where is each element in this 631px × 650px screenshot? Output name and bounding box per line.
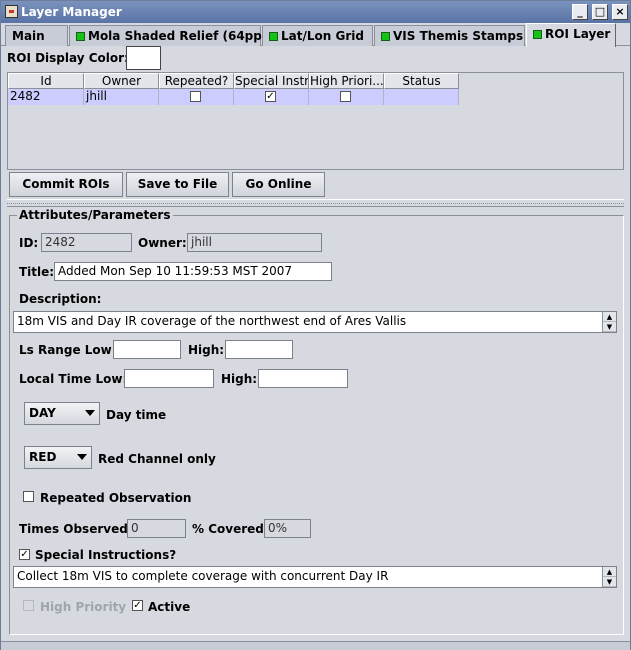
special-instructions-scroll[interactable]: ▲ ▼ [602, 567, 616, 587]
scroll-down-icon[interactable]: ▼ [603, 577, 616, 587]
description-text: 18m VIS and Day IR coverage of the north… [17, 314, 407, 328]
attributes-group-title: Attributes/Parameters [17, 208, 173, 222]
tab-roi-layer[interactable]: ROI Layer [526, 23, 616, 47]
minimize-icon[interactable]: _ [572, 4, 588, 20]
maximize-icon[interactable]: □ [592, 4, 608, 20]
daytime-selected-value: DAY [29, 406, 56, 420]
roi-display-color-swatch[interactable] [126, 46, 161, 70]
local-time-low-field[interactable] [124, 369, 214, 388]
channel-select[interactable]: RED [24, 446, 92, 469]
go-online-button[interactable]: Go Online [232, 172, 325, 197]
description-label: Description: [19, 292, 102, 306]
column-header-status[interactable]: Status [384, 73, 459, 89]
window-bottom-border[interactable] [1, 641, 630, 650]
roi-table: Id Owner Repeated? Special Instr? High P… [7, 72, 624, 170]
column-header-high-priority[interactable]: High Priori... [309, 73, 384, 89]
repeated-observation-checkbox[interactable] [23, 491, 34, 502]
cell-id: 2482 [8, 89, 84, 105]
column-header-owner[interactable]: Owner [84, 73, 159, 89]
owner-label: Owner: [138, 236, 187, 250]
times-observed-label: Times Observed: [19, 522, 133, 536]
tab-mola-shaded-relief[interactable]: Mola Shaded Relief (64ppd) [69, 25, 276, 46]
description-field[interactable]: 18m VIS and Day IR coverage of the north… [13, 311, 617, 333]
cell-owner: jhill [84, 89, 159, 105]
special-instructions-label: Special Instructions? [35, 548, 177, 562]
high-priority-checkbox[interactable] [340, 91, 351, 102]
commit-rois-button[interactable]: Commit ROIs [9, 172, 123, 197]
scroll-up-icon[interactable]: ▲ [603, 312, 616, 322]
tab-label: VIS Themis Stamps [393, 29, 524, 43]
tab-label: Main [12, 29, 45, 43]
window-title: Layer Manager [21, 5, 122, 19]
ls-range-low-field[interactable] [113, 340, 181, 359]
save-to-file-button[interactable]: Save to File [126, 172, 229, 197]
scroll-down-icon[interactable]: ▼ [603, 322, 616, 332]
chevron-down-icon [77, 454, 87, 460]
percent-covered-field: 0% [264, 519, 311, 538]
cell-repeated [159, 89, 234, 105]
title-label: Title: [19, 265, 55, 279]
tab-label: Lat/Lon Grid [281, 29, 364, 43]
cell-high-priority [309, 89, 384, 105]
column-header-special-instr[interactable]: Special Instr? [234, 73, 309, 89]
id-label: ID: [19, 236, 39, 250]
daytime-label: Day time [106, 408, 167, 422]
layer-indicator-icon [269, 32, 278, 41]
tab-label: Mola Shaded Relief (64ppd) [88, 29, 276, 43]
scroll-up-icon[interactable]: ▲ [603, 567, 616, 577]
active-checkbox[interactable]: ✓ [132, 600, 143, 611]
times-observed-field: 0 [127, 519, 186, 538]
app-icon [5, 5, 18, 18]
ls-range-low-label: Ls Range Low: [19, 343, 117, 357]
high-priority-checkbox [23, 600, 34, 611]
layer-indicator-icon [533, 30, 542, 39]
cell-status [384, 89, 459, 105]
special-instructions-field[interactable]: Collect 18m VIS to complete coverage wit… [13, 566, 617, 588]
roi-display-color-label: ROI Display Color: [7, 51, 129, 65]
ls-range-high-field[interactable] [225, 340, 293, 359]
special-instructions-checkbox[interactable]: ✓ [19, 549, 30, 560]
tab-label: ROI Layer [545, 27, 611, 41]
tab-main[interactable]: Main [5, 25, 68, 46]
repeated-observation-label: Repeated Observation [40, 491, 192, 505]
column-header-repeated[interactable]: Repeated? [159, 73, 234, 89]
title-field[interactable]: Added Mon Sep 10 11:59:53 MST 2007 [54, 262, 332, 281]
title-bar[interactable]: Layer Manager _ □ × [1, 1, 630, 23]
daytime-select[interactable]: DAY [24, 402, 100, 425]
tab-vis-themis-stamps[interactable]: VIS Themis Stamps [374, 25, 525, 46]
active-label: Active [148, 600, 191, 614]
local-time-low-label: Local Time Low: [19, 372, 128, 386]
local-time-high-label: High: [221, 372, 258, 386]
id-field: 2482 [41, 233, 132, 252]
cell-special-instr: ✓ [234, 89, 309, 105]
layer-indicator-icon [381, 32, 390, 41]
owner-field: jhill [187, 233, 322, 252]
high-priority-label: High Priority [40, 600, 127, 614]
channel-selected-value: RED [29, 450, 57, 464]
percent-covered-label: % Covered: [192, 522, 269, 536]
local-time-high-field[interactable] [258, 369, 348, 388]
tab-strip: Main Mola Shaded Relief (64ppd) Lat/Lon … [1, 23, 630, 47]
layer-manager-window: Layer Manager _ □ × Main Mola Shaded Rel… [0, 0, 631, 650]
special-instr-checkbox[interactable]: ✓ [265, 91, 276, 102]
column-header-id[interactable]: Id [8, 73, 84, 89]
split-pane-divider[interactable] [7, 199, 624, 207]
ls-range-high-label: High: [188, 343, 225, 357]
channel-label: Red Channel only [98, 452, 216, 466]
description-scroll[interactable]: ▲ ▼ [602, 312, 616, 332]
chevron-down-icon [85, 410, 95, 416]
close-icon[interactable]: × [612, 4, 628, 20]
repeated-checkbox[interactable] [190, 91, 201, 102]
tab-lat-lon-grid[interactable]: Lat/Lon Grid [262, 25, 373, 46]
layer-indicator-icon [76, 32, 85, 41]
special-instructions-text: Collect 18m VIS to complete coverage wit… [17, 569, 389, 583]
